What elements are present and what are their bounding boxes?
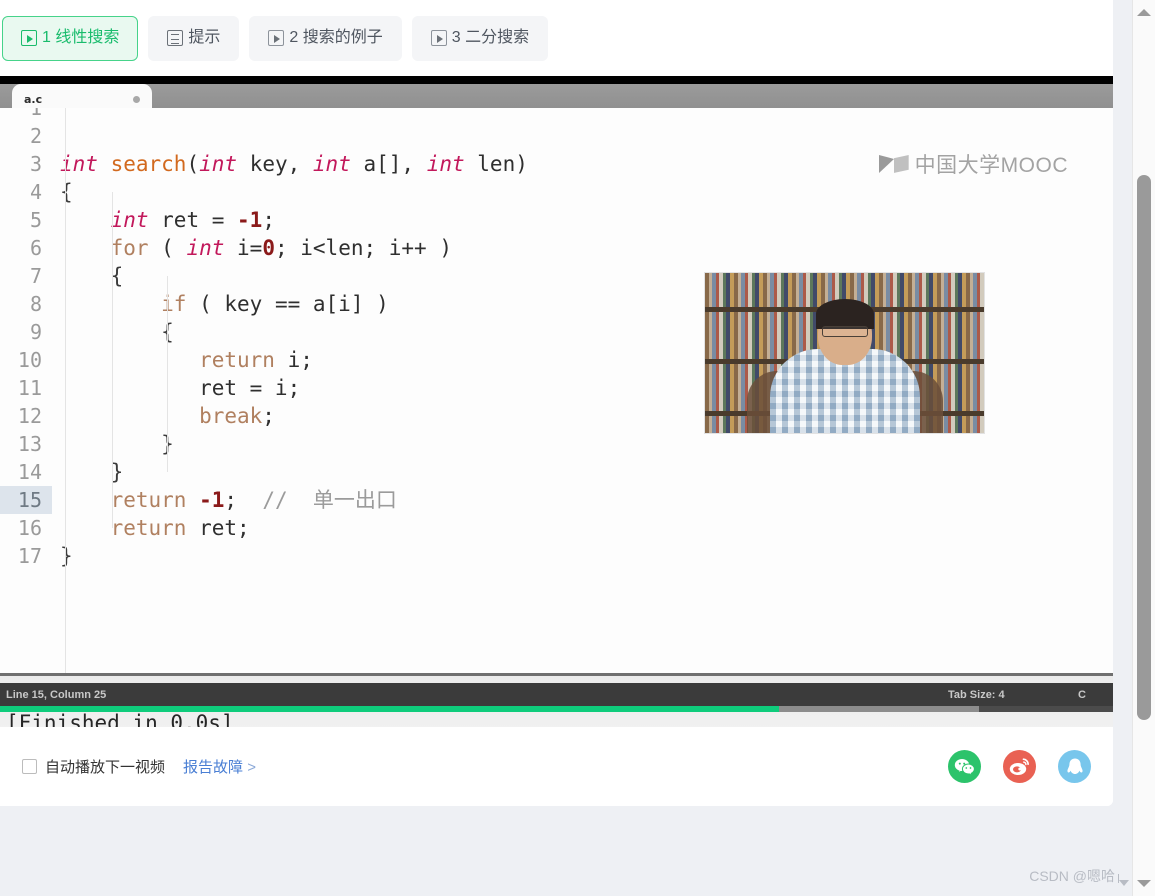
lesson-tab-2-search-examples[interactable]: 2 搜索的例子 xyxy=(249,15,402,61)
lesson-tab-label: 1 线性搜索 xyxy=(42,29,120,46)
code-token-break: break xyxy=(199,404,263,428)
share-weibo-button[interactable] xyxy=(1003,750,1036,783)
line-number-gutter: 1 2 3 4 5 6 7 8 9 10 11 12 13 14 15 16 1… xyxy=(0,108,52,673)
lesson-tab-3-binary-search[interactable]: 3 二分搜索 xyxy=(411,15,549,61)
watermark-text: CSDN @嗯哈 xyxy=(1029,868,1115,884)
share-wechat-button[interactable] xyxy=(948,750,981,783)
code-token-int: int xyxy=(186,236,225,260)
lesson-tab-hint[interactable]: 提示 xyxy=(148,15,240,61)
code-line-1-clipped: #include <stdio.h> xyxy=(52,108,1113,122)
code-token-comment: // 单一出口 xyxy=(262,488,397,512)
glasses-icon xyxy=(821,326,868,337)
share-buttons xyxy=(948,750,1091,783)
video-lesson-card: 1 线性搜索 提示 2 搜索的例子 3 二分搜索 a.c 1 2 3 4 5 6… xyxy=(0,0,1113,806)
editor-status-bar: Line 15, Column 25 Tab Size: 4 C xyxy=(0,683,1113,706)
qq-penguin-icon xyxy=(1066,758,1083,774)
code-editor[interactable]: 1 2 3 4 5 6 7 8 9 10 11 12 13 14 15 16 1… xyxy=(0,108,1113,673)
share-qq-button[interactable] xyxy=(1058,750,1091,783)
code-line-15-current: return -1; // 单一出口 xyxy=(110,488,397,512)
line-number: 7 xyxy=(29,264,42,288)
csdn-watermark: CSDN @嗯哈 xyxy=(1029,866,1129,886)
line-number: 13 xyxy=(17,432,42,456)
book-icon xyxy=(878,154,909,174)
code-line-6: for ( int i=0; i<len; i++ ) xyxy=(110,236,452,260)
code-token-return: return xyxy=(199,348,275,372)
chevron-right-icon: > xyxy=(247,759,256,776)
code-token-number: -1 xyxy=(199,488,225,512)
code-line-5: int ret = -1; xyxy=(110,208,275,232)
code-token-int: int xyxy=(199,152,238,176)
play-icon xyxy=(21,30,37,46)
progress-played xyxy=(0,706,780,712)
video-player[interactable]: a.c 1 2 3 4 5 6 7 8 9 10 11 12 13 14 15 … xyxy=(0,76,1113,727)
lesson-tab-1-linear-search[interactable]: 1 线性搜索 xyxy=(2,15,139,61)
language-indicator[interactable]: C xyxy=(1078,689,1086,701)
page-scrollbar[interactable] xyxy=(1132,0,1155,896)
tab-size-indicator[interactable]: Tab Size: 4 xyxy=(948,689,1005,701)
line-number: 16 xyxy=(17,516,42,540)
mooc-brand-text: 中国大学MOOC xyxy=(914,154,1068,177)
code-line-13: } xyxy=(52,430,1113,458)
lesson-tab-label: 3 二分搜索 xyxy=(451,29,530,46)
lesson-tab-label: 2 搜索的例子 xyxy=(289,29,383,46)
cursor-position: Line 15, Column 25 xyxy=(6,688,107,701)
code-line-14: } xyxy=(110,460,124,484)
line-number: 3 xyxy=(29,152,42,176)
code-line-11-text: ret = i; xyxy=(199,376,301,400)
code-line-4: { xyxy=(60,180,73,204)
mooc-logo: 中国大学MOOC xyxy=(878,149,1068,179)
indent-guide xyxy=(65,108,66,673)
code-token-for: for xyxy=(110,236,149,260)
line-number: 2 xyxy=(29,124,42,148)
code-token-return: return xyxy=(110,488,187,512)
line-number: 12 xyxy=(17,404,42,428)
wechat-icon xyxy=(954,758,975,774)
code-token-search: search xyxy=(110,152,187,176)
cursor-arrow-icon xyxy=(1118,874,1129,886)
presenter-hair xyxy=(815,299,874,329)
line-number: 14 xyxy=(17,460,42,484)
play-icon xyxy=(268,30,285,46)
code-token-number: -1 xyxy=(237,208,263,232)
line-number: 1 xyxy=(29,108,42,120)
weibo-icon xyxy=(1009,758,1029,775)
document-icon xyxy=(167,30,184,46)
player-bottom-bar: 自动播放下一视频 报告故障 > xyxy=(0,727,1113,806)
code-line-16: return ret; xyxy=(110,516,250,540)
line-number: 11 xyxy=(17,376,42,400)
video-progress-bar[interactable] xyxy=(0,706,1113,712)
report-problem-label: 报告故障 xyxy=(183,759,244,776)
lesson-tab-strip: 1 线性搜索 提示 2 搜索的例子 3 二分搜索 xyxy=(0,0,1113,76)
code-line-17: } xyxy=(60,544,73,568)
editor-filename: a.c xyxy=(24,92,43,106)
code-token-int: int xyxy=(312,152,351,176)
line-number: 9 xyxy=(29,320,42,344)
autoplay-checkbox[interactable] xyxy=(22,759,37,774)
autoplay-control[interactable]: 自动播放下一视频 xyxy=(22,756,165,777)
line-number: 5 xyxy=(29,208,42,232)
lesson-tab-label: 提示 xyxy=(188,29,221,46)
autoplay-label: 自动播放下一视频 xyxy=(45,759,166,776)
scrollbar-thumb[interactable] xyxy=(1137,175,1151,720)
unsaved-dot-icon xyxy=(133,95,140,103)
line-number: 17 xyxy=(17,544,42,568)
code-token-number: 0 xyxy=(262,236,275,260)
line-number: 10 xyxy=(17,348,42,372)
line-number: 6 xyxy=(29,236,42,260)
code-token-return: return xyxy=(110,516,187,540)
line-number: 4 xyxy=(29,180,42,204)
indent-guide xyxy=(167,276,168,472)
scroll-down-arrow-icon[interactable] xyxy=(1137,880,1151,887)
presenter-video-inset xyxy=(704,272,985,434)
indent-guide xyxy=(112,192,113,528)
scroll-up-arrow-icon[interactable] xyxy=(1137,9,1151,16)
report-problem-link[interactable]: 报告故障 > xyxy=(183,756,256,777)
code-token-int: int xyxy=(426,152,465,176)
play-icon xyxy=(430,30,447,46)
code-token-int: int xyxy=(110,208,149,232)
line-number: 8 xyxy=(29,292,42,316)
code-token-if: if xyxy=(161,292,187,316)
line-number-current: 15 xyxy=(0,486,52,514)
